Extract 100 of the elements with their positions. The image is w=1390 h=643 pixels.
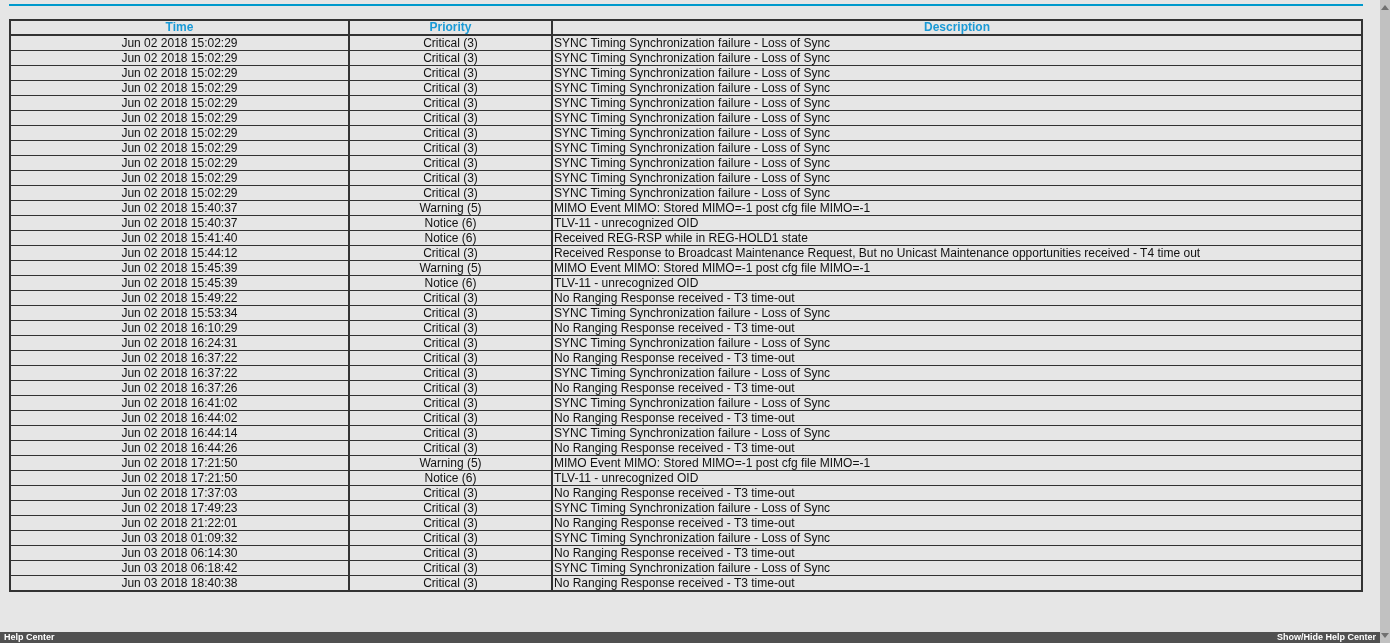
table-cell: MIMO Event MIMO: Stored MIMO=-1 post cfg file MIMO=-1 [552,455,1362,471]
table-cell: Notice (6) [349,230,552,246]
table-cell: Critical (3) [349,410,552,426]
show-hide-help-link[interactable]: Show/Hide Help Center [1277,632,1376,643]
column-header: Description [552,20,1362,35]
table-cell: Jun 02 2018 21:22:01 [10,515,349,531]
table-cell: Critical (3) [349,125,552,141]
table-cell: MIMO Event MIMO: Stored MIMO=-1 post cfg file MIMO=-1 [552,200,1362,216]
table-cell: Warning (5) [349,260,552,276]
table-cell: Jun 03 2018 01:09:32 [10,530,349,546]
table-cell: SYNC Timing Synchronization failure - Loss of Sync [552,95,1362,111]
table-cell: TLV-11 - unrecognized OID [552,470,1362,486]
table-cell: Critical (3) [349,320,552,336]
table-cell: MIMO Event MIMO: Stored MIMO=-1 post cfg file MIMO=-1 [552,260,1362,276]
table-cell: Jun 02 2018 15:45:39 [10,275,349,291]
table-cell: Critical (3) [349,140,552,156]
table-cell: Jun 03 2018 06:14:30 [10,545,349,561]
table-cell: Jun 02 2018 15:02:29 [10,95,349,111]
table-cell: No Ranging Response received - T3 time-out [552,380,1362,396]
table-cell: Notice (6) [349,470,552,486]
table-cell: Critical (3) [349,185,552,201]
table-cell: SYNC Timing Synchronization failure - Loss of Sync [552,365,1362,381]
table-cell: Warning (5) [349,200,552,216]
table-cell: Jun 02 2018 17:21:50 [10,455,349,471]
table-cell: SYNC Timing Synchronization failure - Loss of Sync [552,50,1362,66]
table-cell: TLV-11 - unrecognized OID [552,275,1362,291]
table-cell: SYNC Timing Synchronization failure - Loss of Sync [552,140,1362,156]
table-cell: Critical (3) [349,290,552,306]
table-cell: Critical (3) [349,500,552,516]
table-cell: No Ranging Response received - T3 time-out [552,320,1362,336]
table-cell: SYNC Timing Synchronization failure - Loss of Sync [552,500,1362,516]
table-cell: Critical (3) [349,560,552,576]
table-cell: Jun 03 2018 18:40:38 [10,575,349,591]
table-cell: Critical (3) [349,350,552,366]
table-cell: No Ranging Response received - T3 time-out [552,575,1362,591]
scrollbar[interactable] [1380,0,1390,643]
table-cell: Jun 02 2018 15:02:29 [10,185,349,201]
table-cell: SYNC Timing Synchronization failure - Loss of Sync [552,185,1362,201]
table-cell: Jun 02 2018 17:37:03 [10,485,349,501]
table-cell: Jun 02 2018 15:40:37 [10,215,349,231]
table-cell: Critical (3) [349,485,552,501]
table-cell: Jun 02 2018 16:24:31 [10,335,349,351]
table-cell: No Ranging Response received - T3 time-out [552,350,1362,366]
table-cell: Jun 02 2018 15:40:37 [10,200,349,216]
table-cell: SYNC Timing Synchronization failure - Loss of Sync [552,305,1362,321]
table-cell: Jun 02 2018 15:02:29 [10,110,349,126]
column-header: Priority [349,20,552,35]
table-cell: SYNC Timing Synchronization failure - Loss of Sync [552,155,1362,171]
table-cell: Jun 02 2018 17:49:23 [10,500,349,516]
table-cell: Critical (3) [349,530,552,546]
table-cell: SYNC Timing Synchronization failure - Loss of Sync [552,170,1362,186]
column-header: Time [10,20,349,35]
table-cell: Jun 02 2018 15:45:39 [10,260,349,276]
table-cell: Critical (3) [349,155,552,171]
table-cell: SYNC Timing Synchronization failure - Loss of Sync [552,125,1362,141]
table-cell: Jun 02 2018 15:41:40 [10,230,349,246]
table-cell: Critical (3) [349,305,552,321]
table-cell: SYNC Timing Synchronization failure - Loss of Sync [552,35,1362,51]
table-cell: Critical (3) [349,515,552,531]
table-cell: Jun 02 2018 15:02:29 [10,65,349,81]
table-cell: No Ranging Response received - T3 time-out [552,485,1362,501]
table-cell: Jun 02 2018 15:02:29 [10,50,349,66]
table-cell: Jun 02 2018 15:02:29 [10,155,349,171]
table-cell: Critical (3) [349,170,552,186]
table-cell: SYNC Timing Synchronization failure - Loss of Sync [552,425,1362,441]
table-cell: No Ranging Response received - T3 time-out [552,545,1362,561]
table-cell: Critical (3) [349,365,552,381]
table-cell: Notice (6) [349,215,552,231]
table-cell: Jun 02 2018 17:21:50 [10,470,349,486]
table-cell: No Ranging Response received - T3 time-out [552,515,1362,531]
table-cell: Critical (3) [349,425,552,441]
table-cell: SYNC Timing Synchronization failure - Loss of Sync [552,80,1362,96]
table-cell: Notice (6) [349,275,552,291]
table-cell: Critical (3) [349,65,552,81]
table-cell: Received Response to Broadcast Maintenance Request, But no Unicast Maintenance opportunities received - T4 time out [552,245,1362,261]
table-cell: Critical (3) [349,50,552,66]
table-cell: No Ranging Response received - T3 time-out [552,440,1362,456]
table-cell: SYNC Timing Synchronization failure - Loss of Sync [552,335,1362,351]
table-cell: Warning (5) [349,455,552,471]
table-cell: No Ranging Response received - T3 time-out [552,290,1362,306]
table-cell: SYNC Timing Synchronization failure - Loss of Sync [552,65,1362,81]
table-cell: Jun 02 2018 16:44:02 [10,410,349,426]
table-cell: Jun 02 2018 15:02:29 [10,140,349,156]
table-cell: Critical (3) [349,335,552,351]
table-cell: Critical (3) [349,395,552,411]
table-cell: Critical (3) [349,440,552,456]
table-cell: Critical (3) [349,545,552,561]
table-cell: Jun 02 2018 15:02:29 [10,125,349,141]
scroll-down-icon[interactable] [1381,633,1389,639]
table-cell: Critical (3) [349,80,552,96]
table-cell: Jun 02 2018 15:02:29 [10,170,349,186]
table-cell: Critical (3) [349,95,552,111]
table-cell: Jun 02 2018 15:02:29 [10,35,349,51]
scroll-up-icon[interactable] [1381,4,1389,10]
table-cell: SYNC Timing Synchronization failure - Loss of Sync [552,395,1362,411]
table-cell: Received REG-RSP while in REG-HOLD1 state [552,230,1362,246]
table-cell: Jun 02 2018 16:44:14 [10,425,349,441]
help-center-label[interactable]: Help Center [4,632,55,643]
table-cell: Jun 02 2018 16:37:22 [10,350,349,366]
table-cell: Jun 02 2018 16:41:02 [10,395,349,411]
